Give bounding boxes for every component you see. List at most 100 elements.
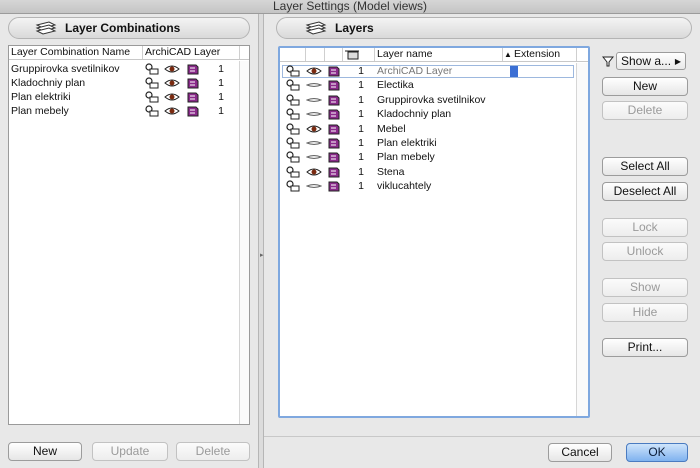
layer-name: ArchiCAD Layer <box>377 65 453 77</box>
update-combination-button[interactable]: Update <box>92 442 168 461</box>
table-row[interactable]: 1 Electika <box>280 78 588 92</box>
layer-color-icon[interactable] <box>185 105 201 117</box>
lock-open-icon[interactable] <box>144 63 160 75</box>
splitter-grip-icon: ▸ <box>260 252 264 259</box>
eye-hidden-icon[interactable] <box>306 137 322 149</box>
layer-combinations-title: Layer Combinations <box>65 21 181 35</box>
lock-open-icon[interactable] <box>144 105 160 117</box>
eye-visible-icon[interactable] <box>164 105 180 117</box>
layer-count: 1 <box>358 79 364 92</box>
new-combination-button[interactable]: New <box>8 442 82 461</box>
eye-hidden-icon[interactable] <box>306 94 322 106</box>
layer-color-icon[interactable] <box>326 94 342 106</box>
show-filter-value: Show a... <box>621 54 672 68</box>
lock-open-icon[interactable] <box>285 122 301 135</box>
lock-open-icon[interactable] <box>285 137 301 149</box>
print-button[interactable]: Print... <box>602 338 688 357</box>
layer-count: 1 <box>358 180 364 193</box>
layer-count: 1 <box>218 105 224 117</box>
layer-color-icon[interactable] <box>326 123 342 135</box>
layer-color-header-icon[interactable] <box>344 49 360 60</box>
column-header-archicad-layer[interactable]: ArchiCAD Layer <box>145 46 235 59</box>
column-header-combination-name[interactable]: Layer Combination Name <box>11 46 143 59</box>
ok-button[interactable]: OK <box>626 443 688 462</box>
layer-combinations-pane: Layer Combinations Layer Combination Nam… <box>0 14 258 468</box>
delete-layer-button[interactable]: Delete <box>602 101 688 120</box>
layer-color-icon[interactable] <box>326 151 342 163</box>
unlock-button[interactable]: Unlock <box>602 242 688 261</box>
layer-color-icon[interactable] <box>326 79 342 91</box>
layers-title: Layers <box>335 21 374 35</box>
combination-name: Kladochniy plan <box>11 77 86 89</box>
layer-combinations-list[interactable]: Layer Combination Name ArchiCAD Layer Gr… <box>8 45 250 425</box>
table-row[interactable]: 1 viklucahtely <box>280 179 588 193</box>
column-header-extension[interactable]: Extension <box>514 48 560 61</box>
eye-visible-icon[interactable] <box>306 166 322 178</box>
list-item[interactable]: Plan mebely 1 <box>9 104 249 118</box>
layer-color-icon[interactable] <box>326 180 342 192</box>
table-row[interactable]: 1 Stena <box>280 165 588 179</box>
lock-button[interactable]: Lock <box>602 218 688 237</box>
delete-combination-button[interactable]: Delete <box>176 442 250 461</box>
list-item[interactable]: Gruppirovka svetilnikov 1 <box>9 62 249 76</box>
list-item[interactable]: Kladochniy plan 1 <box>9 76 249 90</box>
table-row[interactable]: 1 Plan elektriki <box>280 136 588 150</box>
lock-open-icon[interactable] <box>285 151 301 163</box>
lock-open-icon[interactable] <box>285 65 301 77</box>
combination-name: Plan elektriki <box>11 91 71 103</box>
select-all-button[interactable]: Select All <box>602 157 688 176</box>
layer-color-icon[interactable] <box>326 166 342 178</box>
lock-open-icon[interactable] <box>285 108 301 120</box>
layer-color-icon[interactable] <box>185 91 201 103</box>
layer-color-icon[interactable] <box>326 137 342 149</box>
layers-list[interactable]: Layer name ▲ Extension 1 ArchiCAD Layer 1 E… <box>278 46 590 418</box>
lock-open-icon[interactable] <box>285 180 301 192</box>
show-filter-dropdown[interactable]: Show a... ▶ <box>616 52 686 70</box>
table-row[interactable]: 1 ArchiCAD Layer <box>280 64 588 78</box>
layer-name: Kladochniy plan <box>377 108 452 121</box>
cancel-button[interactable]: Cancel <box>548 443 612 462</box>
show-button[interactable]: Show <box>602 278 688 297</box>
eye-visible-icon[interactable] <box>164 91 180 103</box>
extension-selection <box>510 66 518 77</box>
eye-visible-icon[interactable] <box>164 77 180 89</box>
layer-color-icon[interactable] <box>185 77 201 89</box>
filter-icon[interactable] <box>602 55 614 67</box>
sort-ascending-icon[interactable]: ▲ <box>504 48 512 61</box>
lock-open-icon[interactable] <box>285 94 301 106</box>
layer-color-icon[interactable] <box>185 63 201 75</box>
lock-open-icon[interactable] <box>144 91 160 103</box>
eye-visible-icon[interactable] <box>306 123 322 135</box>
hide-button[interactable]: Hide <box>602 303 688 322</box>
layer-name: Stena <box>377 165 405 178</box>
eye-hidden-icon[interactable] <box>306 79 322 91</box>
table-row[interactable]: 1 Kladochniy plan <box>280 107 588 121</box>
table-row[interactable]: 1 Gruppirovka svetilnikov <box>280 93 588 107</box>
eye-hidden-icon[interactable] <box>306 151 322 163</box>
layers-scrollbar[interactable] <box>576 63 588 416</box>
layer-stack-icon <box>305 21 327 35</box>
eye-visible-icon[interactable] <box>306 65 322 77</box>
eye-visible-icon[interactable] <box>164 63 180 75</box>
layer-name: Plan elektriki <box>377 137 437 149</box>
layer-count: 1 <box>218 77 224 89</box>
list-item[interactable]: Plan elektriki 1 <box>9 90 249 104</box>
eye-hidden-icon[interactable] <box>306 108 322 120</box>
layer-combinations-table-header: Layer Combination Name ArchiCAD Layer <box>9 46 249 60</box>
deselect-all-button[interactable]: Deselect All <box>602 182 688 201</box>
layer-count: 1 <box>358 93 364 106</box>
layer-name: viklucahtely <box>377 180 432 193</box>
layer-count: 1 <box>358 151 364 164</box>
new-layer-button[interactable]: New <box>602 77 688 96</box>
column-header-layer-name[interactable]: Layer name <box>377 48 432 61</box>
list-scrollbar[interactable] <box>239 61 249 424</box>
lock-open-icon[interactable] <box>285 79 301 91</box>
table-row[interactable]: 1 Mebel <box>280 122 588 136</box>
table-row[interactable]: 1 Plan mebely <box>280 150 588 164</box>
layer-color-icon[interactable] <box>326 108 342 120</box>
lock-open-icon[interactable] <box>144 77 160 89</box>
layer-color-icon[interactable] <box>326 65 342 77</box>
lock-open-icon[interactable] <box>285 166 301 178</box>
eye-hidden-icon[interactable] <box>306 180 322 192</box>
layers-pane: Layers Layer name ▲ Extension 1 ArchiCAD … <box>264 14 700 468</box>
